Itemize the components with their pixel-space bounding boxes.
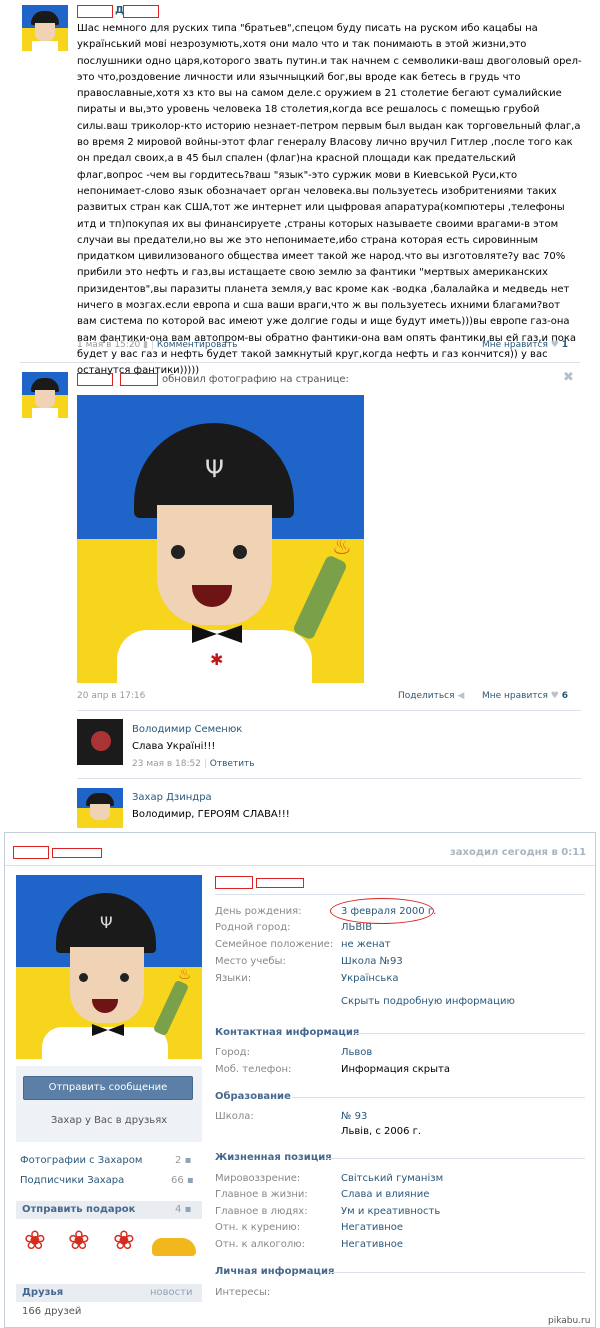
comment-author[interactable]: Володимир Семенюк	[132, 724, 242, 735]
relationship-value[interactable]: не женат	[341, 939, 391, 950]
post2-like[interactable]: Мне нравится ♥ 6	[482, 691, 568, 701]
comment2-author[interactable]: Захар Дзиндра	[132, 792, 212, 803]
photos-with-count: 2 ▪	[175, 1155, 192, 1166]
followers-link[interactable]: Подписчики Захара	[20, 1175, 124, 1186]
photos-with-link[interactable]: Фотографии с Захаром	[20, 1155, 142, 1166]
post2-author-redacted-2[interactable]	[120, 373, 158, 386]
hometown-value[interactable]: ЛЬВІВ	[341, 922, 372, 933]
post2-avatar[interactable]	[22, 372, 68, 418]
city-label: Город:	[215, 1047, 250, 1058]
comment-meta: 23 мая в 18:52 | Ответить	[132, 759, 255, 769]
relationship-label: Семейное положение:	[215, 939, 334, 950]
friends-news-link[interactable]: новости	[150, 1287, 193, 1298]
post-author-redacted-2[interactable]	[123, 5, 159, 18]
study-label: Место учебы:	[215, 956, 286, 967]
main-in-life-value[interactable]: Слава и влияние	[341, 1189, 429, 1200]
school-value[interactable]: № 93	[341, 1111, 367, 1122]
camera-icon: ▪	[186, 1175, 194, 1186]
comment2-text: Володимир, ГЕРОЯМ СЛАВА!!!	[132, 809, 290, 820]
profile-name-redacted	[13, 846, 49, 859]
gifts-header-label[interactable]: Отправить подарок	[22, 1204, 135, 1215]
followers-count: 66 ▪	[171, 1175, 194, 1186]
comments-block: Володимир Семенюк Слава Україні!!! 23 ма…	[77, 710, 581, 830]
comment-avatar[interactable]	[77, 719, 123, 765]
worldview-value[interactable]: Світський гуманізм	[341, 1173, 443, 1184]
post-meta: 1 мая в 15:20 ▮ | Комментировать	[77, 340, 238, 350]
main-in-people-label: Главное в людях:	[215, 1206, 308, 1217]
like-label: Мне нравится	[482, 340, 548, 350]
comment-date[interactable]: 23 мая в 18:52	[132, 759, 201, 769]
birthday-label: День рождения:	[215, 906, 302, 917]
post2-date[interactable]: 20 апр в 17:16	[77, 691, 145, 701]
profile-name-redacted-2	[52, 848, 102, 858]
toggle-info-link[interactable]: Скрыть подробную информацию	[341, 996, 515, 1007]
trident-icon: Ψ	[100, 913, 113, 932]
main-in-people-value[interactable]: Ум и креативность	[341, 1206, 440, 1217]
main-in-life-label: Главное в жизни:	[215, 1189, 308, 1200]
languages-value[interactable]: Українська	[341, 973, 399, 984]
post-divider	[20, 362, 580, 363]
post2-photo[interactable]: Ψ ✱ ♨	[77, 395, 364, 683]
languages-label: Языки:	[215, 973, 252, 984]
camera-icon: ▪	[184, 1155, 192, 1166]
study-value[interactable]: Школа №93	[341, 956, 403, 967]
online-status: заходил сегодня в 0:11	[450, 847, 587, 858]
friend-status[interactable]: Захар у Вас в друзьях	[16, 1115, 202, 1126]
gift-car[interactable]	[152, 1238, 196, 1256]
gift-icon: ▪	[184, 1204, 192, 1215]
profile-name2-redacted-2	[256, 878, 304, 888]
post-date[interactable]: 1 мая в 15:20	[77, 340, 140, 350]
alcohol-value[interactable]: Негативное	[341, 1239, 403, 1250]
birthday-highlight	[330, 898, 434, 924]
gifts-count: 4 ▪	[175, 1204, 192, 1215]
education-header: Образование	[215, 1091, 291, 1102]
gift-flowers-3[interactable]: ❀	[113, 1226, 149, 1262]
smoking-label: Отн. к курению:	[215, 1222, 301, 1233]
heart-icon: ♥	[550, 691, 559, 701]
comment-text: Слава Україні!!!	[132, 741, 216, 752]
worldview-label: Мировоззрение:	[215, 1173, 301, 1184]
gift-flowers-2[interactable]: ❀	[68, 1226, 104, 1262]
phone-icon: ▮	[143, 340, 149, 350]
post2-author-redacted[interactable]	[77, 373, 113, 386]
phone-value: Информация скрыта	[341, 1064, 450, 1075]
comment2-avatar[interactable]	[77, 788, 123, 828]
phone-label: Моб. телефон:	[215, 1064, 292, 1075]
life-header: Жизненная позиция	[215, 1152, 332, 1163]
like-count: 1	[561, 340, 569, 350]
send-message-button[interactable]: Отправить сообщение	[23, 1076, 193, 1100]
personal-header: Личная информация	[215, 1266, 335, 1277]
reply-link[interactable]: Ответить	[210, 759, 255, 769]
post-author-redacted[interactable]	[77, 5, 113, 18]
hometown-label: Родной город:	[215, 922, 291, 933]
heart-icon: ♥	[550, 340, 559, 350]
close-icon[interactable]: ✖	[563, 370, 574, 385]
profile-name2-redacted	[215, 876, 253, 889]
post-text: Шас немного для руских типа "братьев",сп…	[77, 23, 584, 377]
trident-icon: Ψ	[205, 455, 224, 483]
interests-label: Интересы:	[215, 1287, 271, 1298]
contact-header: Контактная информация	[215, 1027, 360, 1038]
watermark: pikabu.ru	[548, 1316, 591, 1326]
friends-header-label[interactable]: Друзья	[22, 1287, 63, 1298]
comment-link[interactable]: Комментировать	[157, 340, 238, 350]
smoking-value[interactable]: Негативное	[341, 1222, 403, 1233]
alcohol-label: Отн. к алкоголю:	[215, 1239, 306, 1250]
post-avatar[interactable]	[22, 5, 68, 51]
profile-photo[interactable]: Ψ ♨	[16, 875, 202, 1059]
post-like[interactable]: Мне нравится ♥ 1	[482, 340, 568, 350]
friends-count: 166 друзей	[22, 1306, 82, 1317]
share-button[interactable]: Поделиться ◀	[398, 691, 464, 701]
post2-action: обновил фотографию на странице:	[162, 374, 349, 385]
megaphone-icon: ◀	[457, 691, 465, 701]
school-detail: Львів, с 2006 г.	[341, 1126, 422, 1137]
school-label: Школа:	[215, 1111, 254, 1122]
gift-flowers-1[interactable]: ❀	[24, 1226, 60, 1262]
city-value[interactable]: Львов	[341, 1047, 372, 1058]
